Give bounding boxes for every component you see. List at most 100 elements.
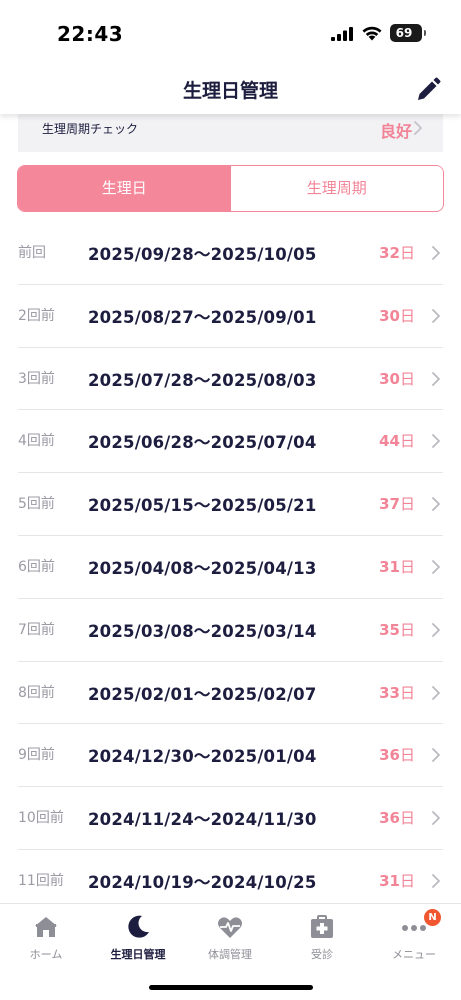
status-time: 22:43: [57, 22, 124, 46]
cycle-check-status: 良好: [380, 122, 413, 141]
chevron-right-icon: [432, 434, 440, 449]
chevron-right-icon: [432, 748, 440, 763]
cycle-length: 30日: [379, 368, 415, 389]
period-row[interactable]: 10回前 2024/11/24〜2024/11/30 36日: [18, 787, 443, 850]
period-date-range: 2024/11/24〜2024/11/30: [88, 810, 317, 830]
period-row[interactable]: 5回前 2025/05/15〜2025/05/21 37日: [18, 473, 443, 536]
chevron-right-icon: [432, 246, 440, 260]
period-row[interactable]: 3回前 2025/07/28〜2025/08/03 30日: [18, 348, 443, 411]
period-date-range: 2025/05/15〜2025/05/21: [88, 496, 317, 516]
cycle-length: 37日: [379, 493, 415, 514]
cycle-length: 31日: [379, 556, 415, 577]
period-date-range: 2024/10/19〜2024/10/25: [88, 872, 317, 892]
period-row[interactable]: 2回前 2025/08/27〜2025/09/01 30日: [18, 285, 443, 348]
period-date-range: 2025/07/28〜2025/08/03: [88, 370, 317, 390]
notification-badge: N: [424, 909, 441, 926]
chevron-right-icon: [432, 622, 440, 637]
cycle-length-unit: 日: [399, 746, 415, 765]
chevron-right-icon: [432, 371, 440, 386]
period-index-label: 9回前: [18, 747, 55, 764]
cycle-length-unit: 日: [399, 495, 415, 514]
tab-home[interactable]: ホーム: [0, 904, 92, 974]
tab-period[interactable]: 生理日管理: [92, 904, 184, 974]
cycle-length: 31日: [379, 870, 415, 891]
cycle-length: 44日: [379, 430, 415, 451]
cycle-length-value: 31: [379, 557, 400, 576]
cycle-length-unit: 日: [399, 620, 415, 639]
cycle-length-value: 30: [379, 306, 400, 325]
period-list: 前回 2025/09/28〜2025/10/05 32日 2回前 2025/08/27〜…: [0, 222, 461, 913]
tab-menu-label: メニュー: [392, 948, 436, 961]
period-index-label: 2回前: [18, 307, 55, 324]
cycle-length: 36日: [379, 807, 415, 828]
period-date-range: 2025/06/28〜2025/07/04: [88, 433, 317, 453]
tab-condition-label: 体調管理: [208, 948, 252, 961]
medical-kit-icon: [311, 915, 333, 938]
cycle-length-unit: 日: [399, 809, 415, 828]
period-index-label: 前回: [18, 245, 46, 261]
cycle-length-unit: 日: [399, 683, 415, 702]
cycle-length-value: 37: [379, 495, 400, 514]
tab-consult[interactable]: 受診: [276, 904, 368, 974]
cycle-length-unit: 日: [399, 369, 415, 388]
cycle-length: 30日: [379, 305, 415, 326]
cycle-length: 36日: [379, 744, 415, 765]
cycle-length-unit: 日: [399, 306, 415, 325]
cycle-length-value: 33: [379, 683, 400, 702]
navigation-bar: 生理日管理: [0, 62, 461, 114]
cycle-length: 32日: [379, 242, 415, 263]
chevron-right-icon: [432, 685, 440, 700]
status-bar: 22:43 69: [0, 0, 461, 62]
home-icon: [35, 917, 57, 937]
cycle-check-row[interactable]: 生理周期チェック 良好: [18, 114, 443, 152]
cycle-length-value: 36: [379, 809, 400, 828]
cycle-length-unit: 日: [399, 432, 415, 451]
period-row[interactable]: 8回前 2025/02/01〜2025/02/07 33日: [18, 662, 443, 725]
period-row[interactable]: 7回前 2025/03/08〜2025/03/14 35日: [18, 599, 443, 662]
period-date-range: 2025/09/28〜2025/10/05: [88, 245, 317, 264]
period-index-label: 4回前: [18, 433, 55, 450]
period-date-range: 2024/12/30〜2025/01/04: [88, 747, 317, 767]
chevron-right-icon: [432, 874, 440, 888]
period-row[interactable]: 9回前 2024/12/30〜2025/01/04 36日: [18, 724, 443, 788]
tab-home-label: ホーム: [29, 948, 63, 961]
period-row[interactable]: 6回前 2025/04/08〜2025/04/13 31日: [18, 536, 443, 599]
period-index-label: 10回前: [18, 810, 64, 827]
tab-period-days[interactable]: 生理日: [18, 166, 231, 211]
pencil-icon[interactable]: [414, 76, 442, 104]
period-row[interactable]: 前回 2025/09/28〜2025/10/05 32日: [18, 222, 443, 285]
period-date-range: 2025/02/01〜2025/02/07: [88, 684, 317, 704]
page-title: 生理日管理: [182, 80, 278, 102]
cycle-check-label: 生理周期チェック: [42, 122, 139, 136]
segmented-control: 生理日 生理周期: [17, 165, 444, 212]
period-index-label: 5回前: [18, 496, 55, 513]
cycle-length-value: 36: [379, 746, 400, 765]
period-date-range: 2025/08/27〜2025/09/01: [88, 307, 317, 327]
heart-pulse-icon: [218, 917, 242, 938]
tab-consult-label: 受診: [311, 948, 333, 961]
period-row[interactable]: 4回前 2025/06/28〜2025/07/04 44日: [18, 410, 443, 474]
cycle-length-value: 35: [379, 620, 400, 639]
tab-menu[interactable]: N メニュー: [368, 904, 460, 974]
cycle-length-value: 30: [379, 369, 400, 388]
tab-condition[interactable]: 体調管理: [184, 904, 276, 974]
tab-period-label: 生理日管理: [110, 948, 166, 961]
cycle-length-unit: 日: [399, 557, 415, 576]
period-index-label: 11回前: [18, 872, 64, 889]
cycle-length-unit: 日: [399, 244, 415, 262]
cycle-length-unit: 日: [399, 871, 415, 890]
cycle-length-value: 31: [379, 871, 400, 890]
cycle-length: 35日: [379, 619, 415, 640]
period-date-range: 2025/04/08〜2025/04/13: [88, 558, 317, 578]
period-index-label: 3回前: [18, 370, 55, 387]
cellular-signal-icon: [331, 27, 353, 41]
period-date-range: 2025/03/08〜2025/03/14: [88, 621, 317, 641]
period-index-label: 6回前: [18, 558, 55, 575]
battery-indicator: 69: [390, 24, 426, 42]
cycle-length-value: 44: [379, 432, 400, 451]
chevron-right-icon: [414, 121, 422, 135]
cycle-length-value: 32: [379, 244, 400, 262]
period-index-label: 8回前: [18, 684, 55, 701]
chevron-right-icon: [432, 811, 440, 826]
tab-period-cycle[interactable]: 生理周期: [230, 166, 443, 211]
